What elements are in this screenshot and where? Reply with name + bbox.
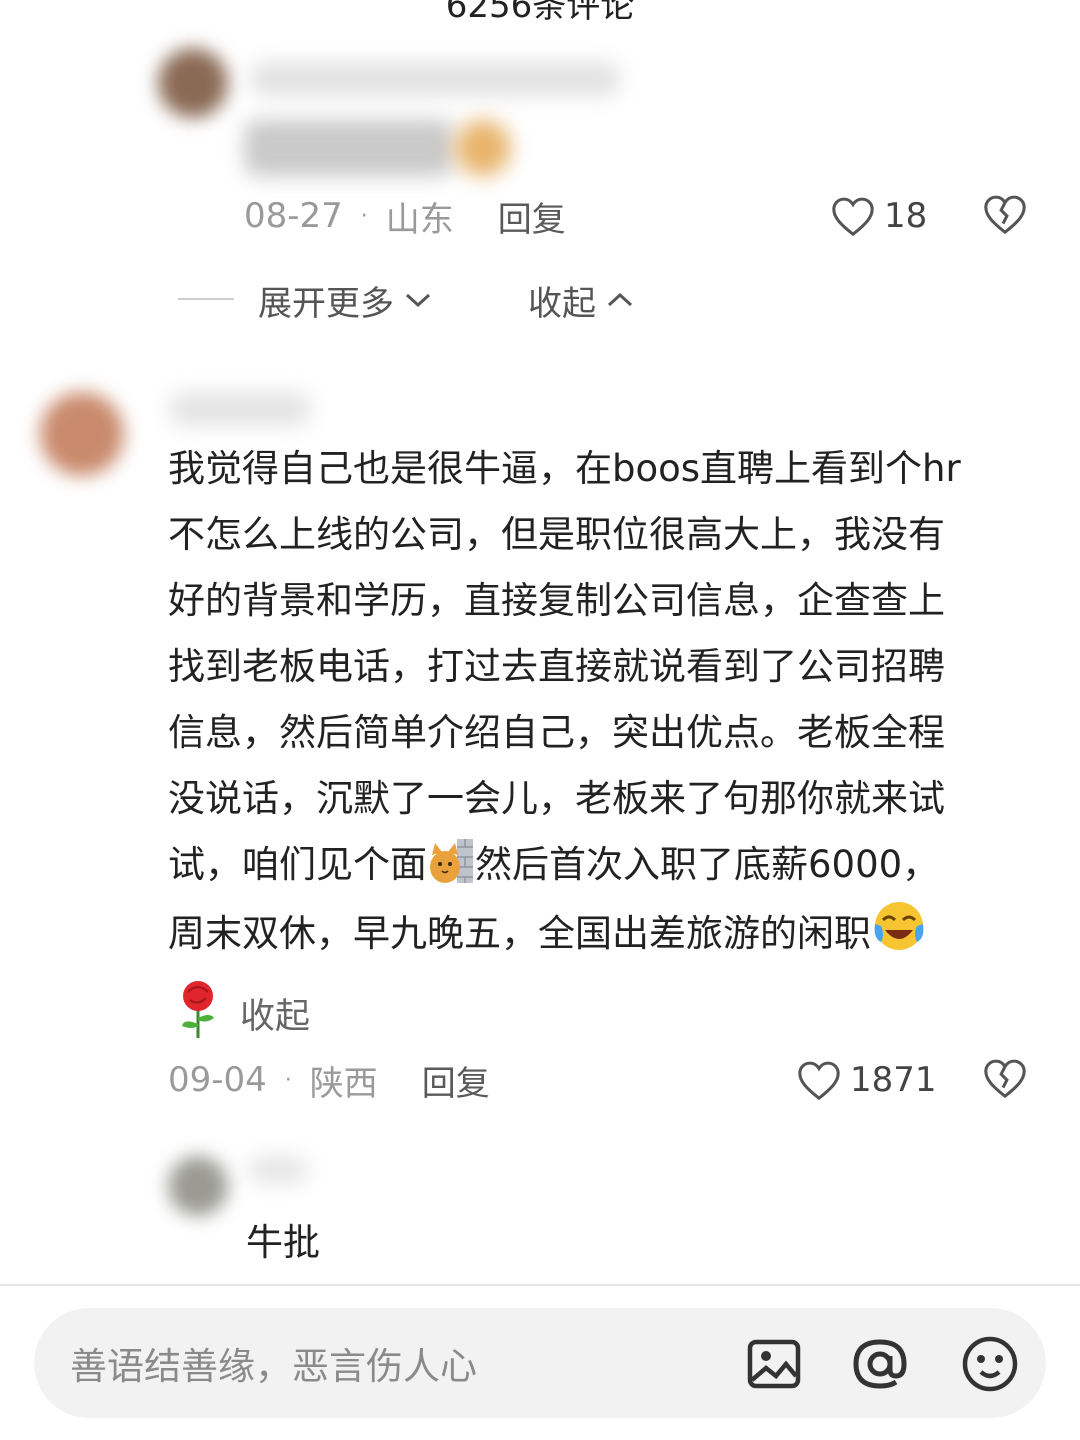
like-button[interactable]: 1871 xyxy=(796,1056,937,1104)
comment-line: 信息，然后简单介绍自己，突出优点。老板全程 xyxy=(168,711,945,754)
reply-button[interactable]: 回复 xyxy=(422,1056,490,1105)
avatar[interactable] xyxy=(40,392,124,476)
comment-date: 08-27 xyxy=(244,196,343,236)
dislike-button[interactable] xyxy=(982,192,1028,238)
comment-body: 我觉得自己也是很牛逼，在boos直聘上看到个hr 不怎么上线的公司，但是职位很高… xyxy=(168,436,1038,967)
comment-input-placeholder[interactable]: 善语结善缘，恶言伤人心 xyxy=(70,1336,477,1390)
comment-line: 找到老板电话，打过去直接就说看到了公司招聘 xyxy=(168,645,945,688)
comment-text-blurred xyxy=(244,120,454,176)
rose-icon xyxy=(172,978,224,1040)
heart-icon xyxy=(832,197,874,237)
reply-text: 牛批 xyxy=(246,1221,320,1264)
comment-line: 试，咱们见个面 然后首次入职了底薪6000， xyxy=(168,832,1038,898)
comment-text-segment: 试，咱们见个面 xyxy=(168,843,427,886)
comment-input-bar[interactable]: 善语结善缘，恶言伤人心 xyxy=(34,1308,1046,1418)
comment-location: 陕西 xyxy=(309,1063,378,1104)
comment-meta: 08-27 · 山东 回复 xyxy=(244,192,566,241)
expand-more-button[interactable]: 展开更多 xyxy=(258,278,432,324)
comment-count-title: 6256条评论 xyxy=(445,0,635,26)
comment-text-segment: 然后首次入职了底薪6000， xyxy=(475,843,940,886)
username-blurred xyxy=(170,392,310,426)
expand-more-label: 展开更多 xyxy=(258,283,394,324)
comment-meta: 09-04 · 陕西 回复 xyxy=(168,1056,490,1105)
crying-laughing-emoji-icon xyxy=(871,898,924,950)
emoji-blurred xyxy=(455,120,511,176)
collapse-label: 收起 xyxy=(528,283,596,324)
comment-date: 09-04 xyxy=(168,1060,267,1100)
collapse-comment-button[interactable]: 收起 xyxy=(240,988,310,1039)
heart-icon xyxy=(798,1061,840,1101)
cat-behind-wall-emoji-icon xyxy=(427,837,475,885)
comment-line: 周末双休，早九晚五，全国出差旅游的闲职 xyxy=(168,898,1038,967)
broken-heart-icon xyxy=(984,195,1026,235)
at-icon[interactable] xyxy=(850,1334,910,1394)
image-icon[interactable] xyxy=(744,1334,804,1394)
comment-line: 不怎么上线的公司，但是职位很高大上，我没有 xyxy=(168,513,945,556)
separator-dot: · xyxy=(360,203,368,229)
comment-location: 山东 xyxy=(385,199,454,240)
avatar[interactable] xyxy=(158,48,228,118)
dislike-button[interactable] xyxy=(982,1056,1028,1102)
comment-line: 好的背景和学历，直接复制公司信息，企查查上 xyxy=(168,579,945,622)
username-blurred xyxy=(250,62,620,96)
chevron-up-icon xyxy=(607,292,633,307)
chevron-down-icon xyxy=(405,293,431,308)
comment-text-segment: 周末双休，早九晚五，全国出差旅游的闲职 xyxy=(168,912,871,955)
divider xyxy=(0,1284,1080,1286)
username-blurred xyxy=(248,1156,308,1184)
separator-dot: · xyxy=(284,1067,292,1093)
thread-divider xyxy=(178,298,234,300)
comment-line: 没说话，沉默了一会儿，老板来了句那你就来试 xyxy=(168,777,945,820)
avatar[interactable] xyxy=(168,1156,228,1216)
like-button[interactable]: 18 xyxy=(830,192,927,240)
collapse-thread-button[interactable]: 收起 xyxy=(528,278,634,324)
reply-button[interactable]: 回复 xyxy=(498,192,566,241)
broken-heart-icon xyxy=(984,1059,1026,1099)
like-count: 1871 xyxy=(850,1060,937,1100)
like-count: 18 xyxy=(884,196,928,236)
comment-line: 我觉得自己也是很牛逼，在boos直聘上看到个hr xyxy=(168,447,961,490)
emoji-icon[interactable] xyxy=(960,1334,1020,1394)
